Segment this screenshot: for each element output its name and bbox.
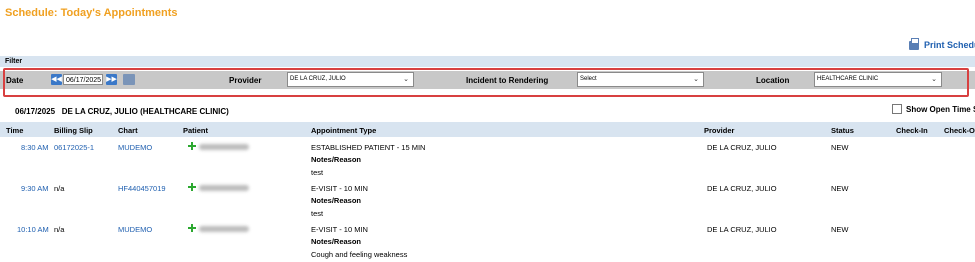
filter-header: Filter — [0, 56, 975, 67]
print-schedule-link[interactable]: Print Schedule — [909, 37, 975, 50]
show-open-slots[interactable]: Show Open Time Slots — [892, 104, 975, 114]
notes-text: test — [311, 209, 324, 218]
table-header: Time Billing Slip Chart Patient Appointm… — [0, 122, 975, 137]
open-slots-label: Show Open Time Slots — [906, 104, 975, 114]
status-text: NEW — [831, 225, 849, 234]
appointment-type: ESTABLISHED PATIENT - 15 MIN — [311, 143, 426, 152]
column-header-chart[interactable]: Chart — [118, 126, 138, 135]
notes-text: Cough and feeling weakness — [311, 250, 408, 259]
printer-icon — [909, 37, 919, 50]
column-header-status[interactable]: Status — [831, 126, 854, 135]
table-row: 8:30 AM 06172025-1 MUDEMO ESTABLISHED PA… — [0, 140, 975, 180]
patient-name-redacted[interactable] — [199, 144, 249, 150]
appointment-time[interactable]: 8:30 AM — [21, 143, 49, 152]
column-header-check-in[interactable]: Check-In — [896, 126, 928, 135]
appointment-time[interactable]: 10:10 AM — [17, 225, 49, 234]
notes-label: Notes/Reason — [311, 196, 362, 205]
appointment-time[interactable]: 9:30 AM — [21, 184, 49, 193]
open-slots-checkbox[interactable] — [892, 104, 902, 114]
billing-slip-text: n/a — [54, 225, 65, 234]
patient-name-redacted[interactable] — [199, 226, 249, 232]
appointment-provider: DE LA CRUZ, JULIO — [707, 184, 777, 193]
schedule-info: 06/17/2025 DE LA CRUZ, JULIO (HEALTHCARE… — [15, 107, 229, 116]
status-text: NEW — [831, 143, 849, 152]
billing-slip-text: n/a — [54, 184, 65, 193]
column-header-appointment-type[interactable]: Appointment Type — [311, 126, 376, 135]
column-header-provider[interactable]: Provider — [704, 126, 734, 135]
notes-label: Notes/Reason — [311, 237, 362, 246]
appointment-provider: DE LA CRUZ, JULIO — [707, 143, 777, 152]
patient-name-redacted[interactable] — [199, 185, 249, 191]
chart-link[interactable]: HF440457019 — [118, 184, 166, 193]
print-schedule-label: Print Schedule — [924, 40, 975, 50]
column-header-time[interactable]: Time — [6, 126, 23, 135]
notes-text: test — [311, 168, 324, 177]
notes-label: Notes/Reason — [311, 155, 362, 164]
plus-icon[interactable] — [188, 224, 196, 232]
billing-slip-link[interactable]: 06172025-1 — [54, 143, 94, 152]
column-header-patient[interactable]: Patient — [183, 126, 208, 135]
status-text: NEW — [831, 184, 849, 193]
schedule-provider-location: DE LA CRUZ, JULIO (HEALTHCARE CLINIC) — [61, 107, 229, 116]
chart-link[interactable]: MUDEMO — [118, 143, 152, 152]
page-title: Schedule: Today's Appointments — [5, 7, 178, 19]
table-row: 9:30 AM n/a HF440457019 E-VISIT - 10 MIN… — [0, 181, 975, 221]
plus-icon[interactable] — [188, 142, 196, 150]
table-row: 10:10 AM n/a MUDEMO E-VISIT - 10 MIN Not… — [0, 222, 975, 262]
plus-icon[interactable] — [188, 183, 196, 191]
filter-highlight-outline — [3, 68, 969, 97]
column-header-billing-slip[interactable]: Billing Slip — [54, 126, 93, 135]
schedule-date: 06/17/2025 — [15, 107, 56, 116]
chart-link[interactable]: MUDEMO — [118, 225, 152, 234]
appointment-type: E-VISIT - 10 MIN — [311, 184, 368, 193]
column-header-check-out[interactable]: Check-Out — [944, 126, 975, 135]
appointment-provider: DE LA CRUZ, JULIO — [707, 225, 777, 234]
appointment-type: E-VISIT - 10 MIN — [311, 225, 368, 234]
